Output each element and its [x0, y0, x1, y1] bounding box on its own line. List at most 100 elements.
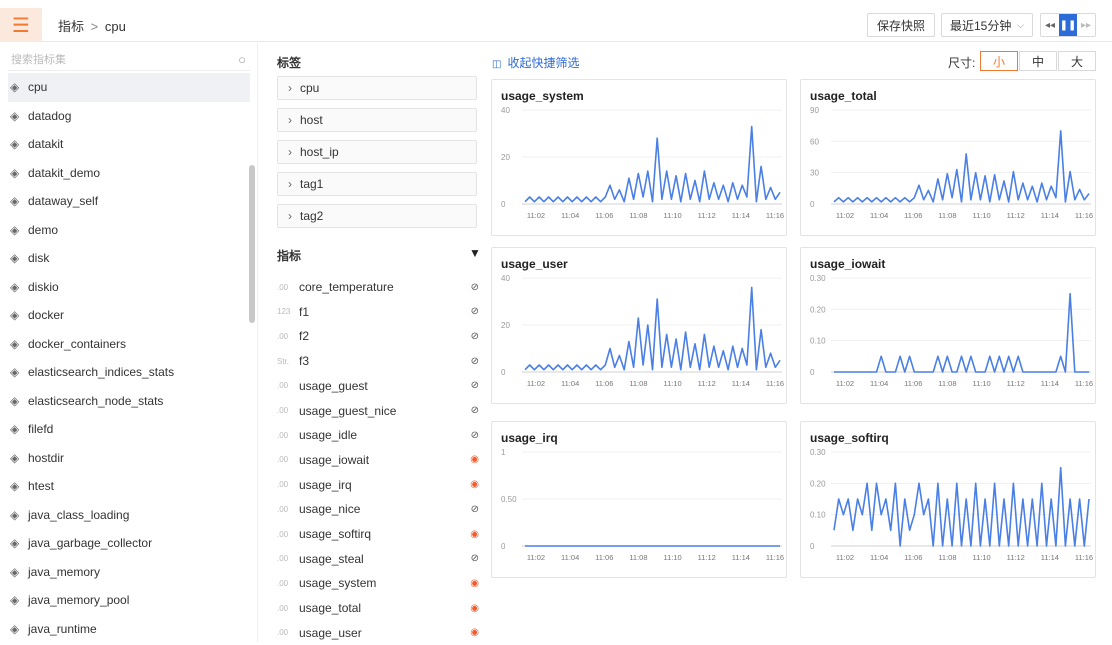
- chart-card-usage_user[interactable]: usage_user 0 20 40 11:02 11:04 11:06 11:08 11:10…: [491, 247, 787, 404]
- field-type: .00: [277, 603, 289, 613]
- sidebar-item-label: datakit: [28, 137, 64, 152]
- eye-off-icon[interactable]: ⊘: [471, 282, 479, 293]
- x-tick-label: 11:14: [732, 379, 750, 388]
- sidebar-item-java_garbage_collector[interactable]: ◈ java_garbage_collector: [8, 529, 250, 558]
- field-usage_steal[interactable]: .00 usage_steal ⊘: [277, 547, 487, 571]
- breadcrumb-current: cpu: [104, 19, 126, 34]
- scrollbar[interactable]: [249, 165, 255, 323]
- time-range-select[interactable]: 最近15分钟 ⌵: [941, 13, 1033, 37]
- eye-icon[interactable]: ◉: [470, 627, 479, 638]
- search-input[interactable]: 搜索指标集 ○: [8, 49, 250, 71]
- field-type: .00: [277, 455, 289, 465]
- field-f1[interactable]: 123 f1 ⊘: [277, 300, 487, 324]
- tag-tag2[interactable]: › tag2: [277, 204, 477, 228]
- field-usage_softirq[interactable]: .00 usage_softirq ◉: [277, 522, 487, 546]
- rewind-icon[interactable]: ◂◂: [1041, 14, 1059, 36]
- field-usage_guest_nice[interactable]: .00 usage_guest_nice ⊘: [277, 399, 487, 423]
- field-name: usage_idle: [299, 428, 358, 443]
- field-usage_system[interactable]: .00 usage_system ◉: [277, 571, 487, 595]
- chart-card-usage_system[interactable]: usage_system 0 20 40 11:02 11:04 11:06 11:08 11:…: [491, 79, 787, 236]
- field-usage_iowait[interactable]: .00 usage_iowait ◉: [277, 448, 487, 472]
- sidebar-item-docker[interactable]: ◈ docker: [8, 301, 250, 330]
- x-tick-label: 11:16: [766, 211, 784, 220]
- size-small-button[interactable]: 小: [980, 51, 1018, 71]
- eye-icon[interactable]: ◉: [470, 603, 479, 614]
- sidebar-item-elasticsearch_node_stats[interactable]: ◈ elasticsearch_node_stats: [8, 387, 250, 416]
- sidebar-item-diskio[interactable]: ◈ diskio: [8, 273, 250, 302]
- eye-off-icon[interactable]: ⊘: [471, 405, 479, 416]
- x-tick-label: 11:08: [938, 211, 956, 220]
- forward-icon[interactable]: ▸▸: [1077, 14, 1095, 36]
- eye-off-icon[interactable]: ⊘: [471, 380, 479, 391]
- x-tick-label: 11:02: [527, 211, 545, 220]
- layers-icon: ◈: [10, 593, 20, 608]
- sidebar-item-label: java_class_loading: [28, 507, 130, 522]
- breadcrumb-root[interactable]: 指标: [58, 19, 84, 34]
- eye-off-icon[interactable]: ⊘: [471, 356, 479, 367]
- eye-icon[interactable]: ◉: [470, 578, 479, 589]
- filter-icon[interactable]: ▼: [469, 246, 481, 260]
- tag-host[interactable]: › host: [277, 108, 477, 132]
- size-large-button[interactable]: 大: [1058, 51, 1096, 71]
- sidebar-item-docker_containers[interactable]: ◈ docker_containers: [8, 330, 250, 359]
- sidebar-item-disk[interactable]: ◈ disk: [8, 244, 250, 273]
- save-snapshot-button[interactable]: 保存快照: [867, 13, 935, 37]
- sidebar-item-htest[interactable]: ◈ htest: [8, 472, 250, 501]
- sidebar-item-java_memory_pool[interactable]: ◈ java_memory_pool: [8, 586, 250, 615]
- eye-off-icon[interactable]: ⊘: [471, 553, 479, 564]
- field-usage_idle[interactable]: .00 usage_idle ⊘: [277, 423, 487, 447]
- sidebar-item-label: java_garbage_collector: [28, 536, 153, 551]
- sidebar-item-label: dataway_self: [28, 194, 99, 209]
- size-medium-button[interactable]: 中: [1019, 51, 1057, 71]
- sidebar-item-elasticsearch_indices_stats[interactable]: ◈ elasticsearch_indices_stats: [8, 358, 250, 387]
- eye-off-icon[interactable]: ⊘: [471, 331, 479, 342]
- field-usage_guest[interactable]: .00 usage_guest ⊘: [277, 374, 487, 398]
- time-range-value: 最近15分钟: [950, 18, 1012, 33]
- sidebar-item-java_memory[interactable]: ◈ java_memory: [8, 558, 250, 587]
- x-tick-label: 11:10: [663, 553, 681, 562]
- field-usage_irq[interactable]: .00 usage_irq ◉: [277, 473, 487, 497]
- tag-cpu[interactable]: › cpu: [277, 76, 477, 100]
- sidebar-item-cpu[interactable]: ◈ cpu: [8, 73, 250, 102]
- sidebar-item-datadog[interactable]: ◈ datadog: [8, 102, 250, 131]
- tag-tag1[interactable]: › tag1: [277, 172, 477, 196]
- chart-card-usage_total[interactable]: usage_total 0 30 60 90 11:02 11:04 11:06 11:08 11…: [800, 79, 1096, 236]
- line-chart: 0 30 60 90 11:02 11:04 11:06 11:08 11:10 11:12 11:…: [810, 106, 1093, 220]
- eye-off-icon[interactable]: ⊘: [471, 306, 479, 317]
- field-type: .00: [277, 430, 289, 440]
- sidebar-item-hostdir[interactable]: ◈ hostdir: [8, 444, 250, 473]
- x-tick-label: 11:14: [1041, 553, 1059, 562]
- chart-card-usage_iowait[interactable]: usage_iowait 0 0.10 0.20 0.30 11:02 11:04 11:06…: [800, 247, 1096, 404]
- sidebar-item-filefd[interactable]: ◈ filefd: [8, 415, 250, 444]
- sidebar-item-dataway_self[interactable]: ◈ dataway_self: [8, 187, 250, 216]
- collapse-filter-link[interactable]: ◫ 收起快捷筛选: [492, 54, 579, 71]
- chart-card-usage_softirq[interactable]: usage_softirq 0 0.10 0.20 0.30 11:02 11:04 11:0…: [800, 421, 1096, 578]
- field-f2[interactable]: .00 f2 ⊘: [277, 324, 487, 348]
- eye-off-icon[interactable]: ⊘: [471, 504, 479, 515]
- field-core_temperature[interactable]: .00 core_temperature ⊘: [277, 275, 487, 299]
- eye-icon[interactable]: ◉: [470, 454, 479, 465]
- field-type: .00: [277, 554, 289, 564]
- layers-icon: ◈: [10, 80, 20, 95]
- sidebar-item-demo[interactable]: ◈ demo: [8, 216, 250, 245]
- chart-card-usage_irq[interactable]: usage_irq 0 0.50 1 11:02 11:04 11:06 11:08 11:10…: [491, 421, 787, 578]
- eye-off-icon[interactable]: ⊘: [471, 430, 479, 441]
- field-usage_nice[interactable]: .00 usage_nice ⊘: [277, 497, 487, 521]
- eye-icon[interactable]: ◉: [470, 479, 479, 490]
- field-usage_user[interactable]: .00 usage_user ◉: [277, 621, 487, 645]
- field-f3[interactable]: Str. f3 ⊘: [277, 349, 487, 373]
- hamburger-icon[interactable]: ☰: [0, 8, 42, 42]
- sidebar-item-datakit_demo[interactable]: ◈ datakit_demo: [8, 159, 250, 188]
- sidebar-item-java_runtime[interactable]: ◈ java_runtime: [8, 615, 250, 644]
- sidebar-item-java_class_loading[interactable]: ◈ java_class_loading: [8, 501, 250, 530]
- y-tick-label: 0.30: [810, 274, 826, 283]
- eye-icon[interactable]: ◉: [470, 529, 479, 540]
- sidebar-item-datakit[interactable]: ◈ datakit: [8, 130, 250, 159]
- line-chart: 0 20 40 11:02 11:04 11:06 11:08 11:10 11:12 11:14…: [501, 106, 784, 220]
- collapse-filter-label: 收起快捷筛选: [507, 56, 580, 70]
- tag-host_ip[interactable]: › host_ip: [277, 140, 477, 164]
- search-icon[interactable]: ○: [238, 49, 246, 71]
- layers-icon: ◈: [10, 165, 20, 180]
- pause-icon[interactable]: ❚❚: [1059, 14, 1077, 36]
- field-usage_total[interactable]: .00 usage_total ◉: [277, 596, 487, 620]
